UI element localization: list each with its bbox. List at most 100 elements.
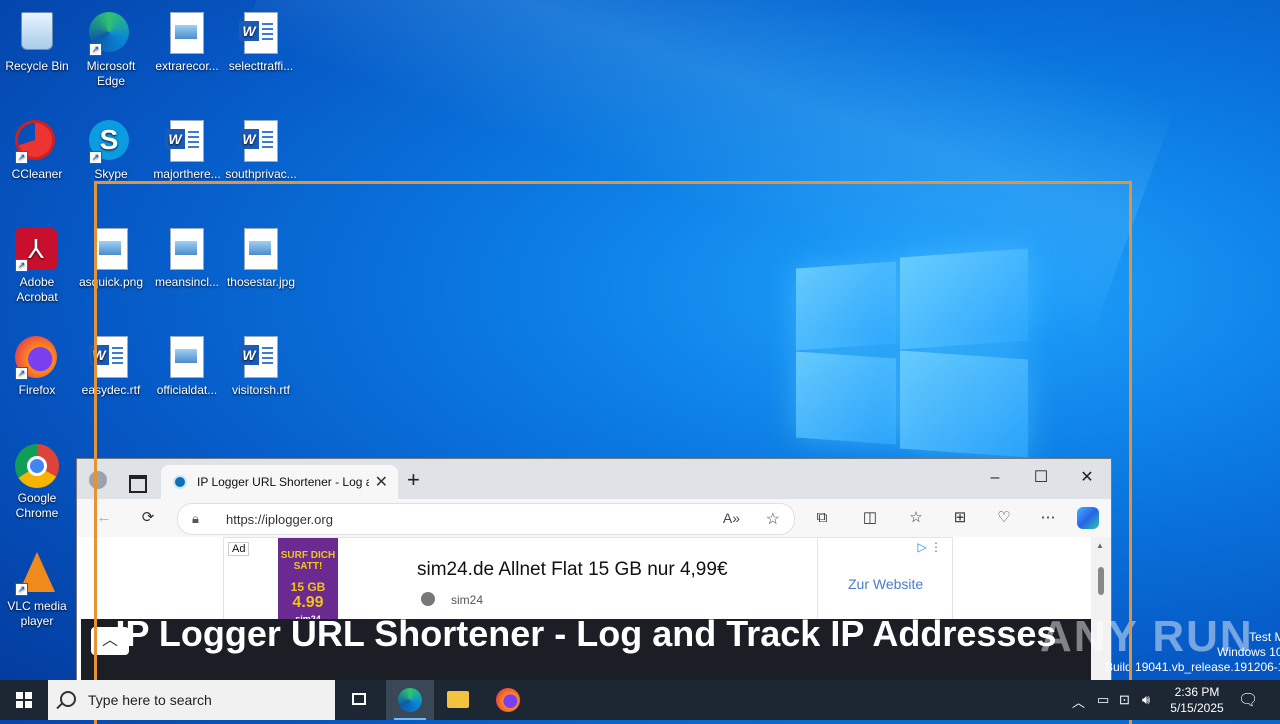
firefox-icon <box>496 688 520 712</box>
collections-icon[interactable]: ⊞ <box>947 506 973 530</box>
iplogger-favicon-icon <box>173 475 187 489</box>
desktop-icon-chrome[interactable]: Google Chrome <box>0 440 74 521</box>
scrollbar-thumb[interactable] <box>1098 567 1104 595</box>
extensions-icon[interactable]: ⧉ <box>809 506 835 530</box>
url-field[interactable]: 🔒︎ https://iplogger.org A» ☆ <box>177 503 795 535</box>
image-file-icon <box>165 336 209 380</box>
skype-icon: S ↗ <box>89 120 133 164</box>
notifications-icon[interactable]: 🗨︎ <box>1238 690 1258 710</box>
ad-card-price: 4.99 <box>292 594 324 611</box>
copilot-icon[interactable] <box>1075 506 1101 530</box>
network-icon[interactable]: ⊡ <box>1119 692 1130 708</box>
show-hidden-icons[interactable]: ︿ <box>1072 692 1085 711</box>
windows-test-mode-watermark: Test Mode Windows 10 Pro Build 19041.vb_… <box>1105 630 1280 675</box>
tab-actions-icon[interactable] <box>129 475 147 493</box>
desktop-icon-label: majorthere... <box>153 167 221 181</box>
desktop-icon-label: Recycle Bin <box>5 59 69 73</box>
battery-icon[interactable]: ▭ <box>1097 692 1109 708</box>
maximize-icon[interactable]: ☐ <box>1019 464 1063 492</box>
refresh-icon[interactable]: ⟳ <box>135 506 161 530</box>
desktop-icon-word-file[interactable]: W visitorsh.rtf <box>224 332 298 398</box>
watermark-line3: Build 19041.vb_release.191206-1406 <box>1105 660 1280 674</box>
tab-bar: IP Logger URL Shortener - Log ar ✕ + – ☐… <box>77 459 1111 499</box>
desktop-icon-image-file[interactable]: extrarecor... <box>150 8 224 74</box>
close-window-icon[interactable]: ✕ <box>1065 464 1109 492</box>
minimize-icon[interactable]: – <box>973 464 1017 492</box>
profile-icon[interactable] <box>89 471 107 489</box>
desktop-icon-recycle-bin[interactable]: Recycle Bin <box>0 8 74 74</box>
desktop-icon-word-file[interactable]: W easydec.rtf <box>74 332 148 398</box>
desktop-icon-image-file[interactable]: officialdat... <box>150 332 224 398</box>
chrome-icon <box>15 444 59 488</box>
taskbar-search-box[interactable]: Type here to search <box>48 680 335 720</box>
desktop-icon-label: selecttraffi... <box>228 59 294 73</box>
favorite-star-icon[interactable]: ☆ <box>766 509 780 529</box>
image-file-icon <box>239 228 283 272</box>
volume-icon[interactable]: 🔊︎ <box>1142 692 1150 708</box>
edge-icon <box>398 688 422 712</box>
browser-essentials-icon[interactable]: ♡ <box>991 506 1017 530</box>
word-document-icon: W <box>239 12 283 56</box>
desktop-icon-label: meansincl... <box>154 275 220 289</box>
ad-cta-label: Zur Website <box>848 576 924 592</box>
desktop-icon-label: southprivac... <box>225 167 297 181</box>
taskbar-edge[interactable] <box>386 680 434 720</box>
collapse-ad-icon[interactable]: ︿ <box>91 627 129 655</box>
new-tab-icon[interactable]: + <box>407 467 420 493</box>
desktop-icon-edge[interactable]: ↗ Microsoft Edge <box>74 8 148 89</box>
desktop-icon-label: Adobe Acrobat <box>16 275 58 304</box>
edge-browser-window[interactable]: IP Logger URL Shortener - Log ar ✕ + – ☐… <box>76 458 1112 682</box>
desktop-icon-firefox[interactable]: ↗ Firefox <box>0 332 74 398</box>
ad-headline[interactable]: sim24.de Allnet Flat 15 GB nur 4,99€ <box>417 559 728 581</box>
desktop-icon-image-file[interactable]: meansincl... <box>150 224 224 290</box>
split-screen-icon[interactable]: ◫ <box>857 506 883 530</box>
word-document-icon: W <box>239 336 283 380</box>
taskbar-clock[interactable]: 2:36 PM 5/15/2025 <box>1162 684 1232 716</box>
advertisement[interactable]: Ad SURF DICH SATT! 15 GB 4.99 sim24 sim2… <box>223 537 953 629</box>
taskbar-firefox[interactable] <box>484 680 532 720</box>
desktop-icon-image-file[interactable]: asquick.png <box>74 224 148 290</box>
desktop-icon-label: asquick.png <box>78 275 144 289</box>
tab-iplogger[interactable]: IP Logger URL Shortener - Log ar ✕ <box>161 465 398 499</box>
desktop-icon-label: thosestar.jpg <box>226 275 296 289</box>
start-button[interactable] <box>0 680 48 720</box>
desktop-icon-word-file[interactable]: W southprivac... <box>224 116 298 182</box>
desktop-icon-adobe-acrobat[interactable]: ⅄ ↗ Adobe Acrobat <box>0 224 74 305</box>
close-tab-icon[interactable]: ✕ <box>375 472 388 492</box>
vlc-cone-icon: ↗ <box>15 552 59 596</box>
word-document-icon: W <box>165 120 209 164</box>
acrobat-icon: ⅄ ↗ <box>15 228 59 272</box>
back-icon[interactable]: ← <box>91 506 117 530</box>
desktop-icon-label: Google Chrome <box>15 491 59 520</box>
desktop-icon-skype[interactable]: S ↗ Skype <box>74 116 148 182</box>
address-bar-row: ← ⟳ 🔒︎ https://iplogger.org A» ☆ ⧉ ◫ ☆ ⊞… <box>77 499 1111 538</box>
desktop-icon-vlc[interactable]: ↗ VLC media player <box>0 548 74 629</box>
desktop-icon-label: Skype <box>94 167 128 181</box>
more-menu-icon[interactable]: ⋯ <box>1035 506 1061 530</box>
windows-logo-wallpaper <box>796 243 1028 458</box>
edge-icon: ↗ <box>89 12 133 56</box>
ad-card-slogan: SURF DICH SATT! <box>280 550 336 572</box>
desktop-icon-word-file[interactable]: W selecttraffi... <box>224 8 298 74</box>
favorites-icon[interactable]: ☆ <box>903 506 929 530</box>
read-aloud-icon[interactable]: A» <box>723 510 740 526</box>
ad-sim-card-image: SURF DICH SATT! 15 GB 4.99 sim24 <box>278 538 338 626</box>
tab-title: IP Logger URL Shortener - Log ar <box>197 475 369 489</box>
desktop-icon-label: Microsoft Edge <box>86 59 136 88</box>
ad-domain: sim24 <box>451 593 484 607</box>
word-document-icon: W <box>239 120 283 164</box>
adchoices-icon[interactable]: ▷ ⋮ <box>917 540 942 554</box>
desktop-icon-ccleaner[interactable]: ↗ CCleaner <box>0 116 74 182</box>
desktop-icon-label: Firefox <box>18 383 56 397</box>
scroll-up-icon[interactable]: ▲ <box>1096 541 1104 550</box>
image-file-icon <box>89 228 133 272</box>
task-view-button[interactable] <box>336 680 384 720</box>
taskbar-file-explorer[interactable] <box>434 680 482 720</box>
search-icon <box>60 691 76 707</box>
task-view-icon <box>352 693 366 705</box>
desktop-icon-word-file[interactable]: W majorthere... <box>150 116 224 182</box>
image-file-icon <box>165 228 209 272</box>
desktop-icon-image-file[interactable]: thosestar.jpg <box>224 224 298 290</box>
firefox-icon: ↗ <box>15 336 59 380</box>
globe-icon <box>421 592 435 606</box>
